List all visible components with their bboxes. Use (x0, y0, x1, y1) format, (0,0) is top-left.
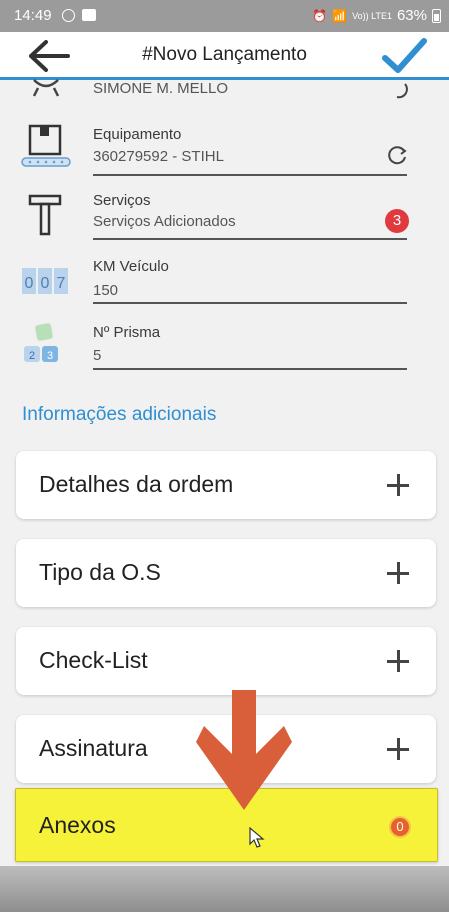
field-km-veiculo[interactable]: 0 0 7 KM Veículo 150 (0, 252, 449, 312)
field-km-label: KM Veículo (93, 258, 169, 275)
svg-text:0: 0 (41, 275, 50, 292)
plus-icon[interactable] (386, 473, 410, 497)
network-label: Vo)) LTE1 (352, 10, 392, 21)
alarm-icon: ⏰ (312, 8, 328, 23)
down-arrow-annotation-icon (196, 690, 292, 810)
field-prisma-value: 5 (93, 347, 102, 364)
field-equipamento[interactable]: Equipamento 360279592 - STIHL (0, 120, 449, 180)
card-detalhes-ordem[interactable]: Detalhes da ordem (16, 451, 436, 519)
odometer-icon: 0 0 7 (22, 268, 68, 294)
field-equipamento-label: Equipamento (93, 126, 182, 143)
field-km-value: 150 (93, 282, 119, 299)
svg-text:2: 2 (29, 350, 35, 362)
section-title-info: Informações adicionais (22, 404, 217, 425)
equipment-box-icon (21, 124, 71, 167)
battery-percent: 63% (396, 7, 427, 24)
svg-text:7: 7 (57, 275, 66, 292)
card-label: Tipo da O.S (39, 559, 161, 585)
card-label: Anexos (39, 812, 116, 838)
card-label: Detalhes da ordem (39, 471, 234, 497)
status-time: 14:49 (14, 7, 52, 24)
refresh-icon[interactable] (386, 78, 408, 100)
field-servicos-label: Serviços (93, 192, 151, 209)
notification-icon (82, 9, 96, 21)
field-servicos[interactable]: Serviços Serviços Adicionados 3 (0, 186, 449, 246)
field-equipamento-value: 360279592 - STIHL (93, 148, 224, 165)
checkmark-icon[interactable] (381, 36, 427, 76)
plus-icon[interactable] (386, 737, 410, 761)
card-label: Assinatura (39, 735, 148, 761)
svg-text:3: 3 (47, 350, 53, 362)
wifi-icon: 📶 (332, 8, 348, 23)
card-tipo-os[interactable]: Tipo da O.S (16, 539, 436, 607)
card-label: Check-List (39, 647, 148, 673)
status-bar: 14:49 ⏰ 📶 Vo)) LTE1 63% (0, 0, 449, 32)
plus-icon[interactable] (386, 561, 410, 585)
field-client[interactable]: SIMONE M. MELLO (0, 78, 449, 100)
field-client-value: SIMONE M. MELLO (93, 80, 229, 97)
card-check-list[interactable]: Check-List (16, 627, 436, 695)
app-header: #Novo Lançamento (0, 32, 449, 80)
user-icon (32, 79, 60, 97)
attachments-count-badge: 0 (389, 816, 411, 838)
battery-icon (432, 8, 441, 23)
field-servicos-value: Serviços Adicionados (93, 213, 236, 230)
refresh-icon[interactable] (386, 144, 408, 166)
services-count-badge: 3 (385, 209, 409, 233)
minus-circle-icon (62, 9, 75, 22)
plus-icon[interactable] (386, 649, 410, 673)
bottom-shade (0, 866, 449, 912)
svg-text:0: 0 (25, 275, 34, 292)
field-prisma[interactable]: 2 3 Nº Prisma 5 (0, 318, 449, 378)
prism-blocks-icon: 2 3 (24, 323, 58, 362)
field-prisma-label: Nº Prisma (93, 324, 161, 341)
mouse-cursor-icon (249, 827, 265, 848)
hammer-icon (28, 194, 62, 236)
